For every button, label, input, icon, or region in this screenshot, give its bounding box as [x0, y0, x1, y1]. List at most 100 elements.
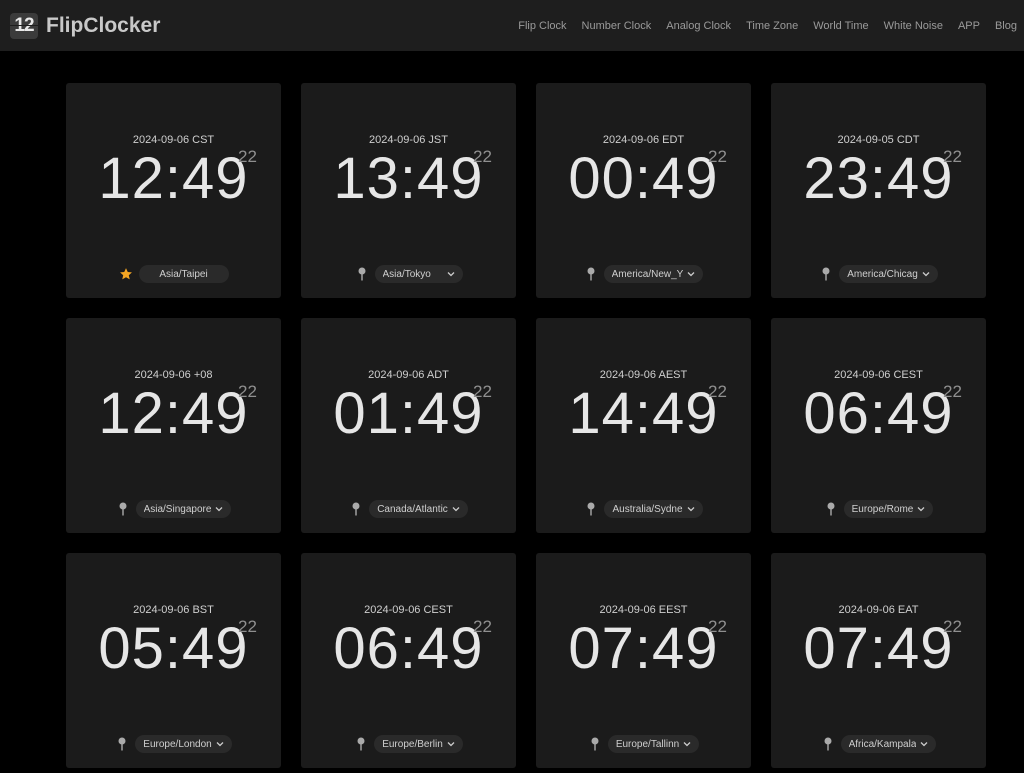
nav-link-number-clock[interactable]: Number Clock [582, 20, 652, 32]
clock-seconds: 22 [708, 147, 727, 166]
clock-seconds: 22 [943, 147, 962, 166]
clock-date: 2024-09-06 JST [369, 134, 448, 146]
chevron-down-icon [687, 270, 695, 278]
clock-seconds: 22 [238, 147, 257, 166]
clock-card: 2024-09-06 AEST 14:49 22 Australia/Sydne [536, 318, 751, 533]
timezone-select[interactable]: Australia/Sydne [604, 500, 703, 518]
clock-date: 2024-09-06 EAT [838, 604, 919, 616]
clock-seconds: 22 [473, 382, 492, 401]
nav-link-app[interactable]: APP [958, 20, 980, 32]
chevron-down-icon [917, 505, 925, 513]
clock-card: 2024-09-06 CEST 06:49 22 Europe/Rome [771, 318, 986, 533]
pin-icon[interactable] [819, 267, 833, 281]
timezone-select[interactable]: America/New_Y [603, 265, 704, 283]
clock-card: 2024-09-06 CEST 06:49 22 Europe/Berlin [301, 553, 516, 768]
clock-card: 2024-09-06 ADT 01:49 22 Canada/Atlantic [301, 318, 516, 533]
timezone-row: Australia/Sydne [536, 499, 751, 519]
timezone-name: Europe/Berlin [382, 738, 443, 750]
timezone-row: Africa/Kampala [771, 734, 986, 754]
clock-card: 2024-09-06 +08 12:49 22 Asia/Singapore [66, 318, 281, 533]
timezone-name: Europe/London [143, 738, 212, 750]
timezone-select[interactable]: Asia/Singapore [135, 500, 232, 518]
clock-date: 2024-09-06 +08 [134, 369, 213, 381]
timezone-row: America/New_Y [536, 264, 751, 284]
timezone-row: Europe/Tallinn [536, 734, 751, 754]
chevron-down-icon [447, 270, 455, 278]
brand[interactable]: 12 FlipClocker [10, 12, 161, 39]
timezone-select[interactable]: Africa/Kampala [840, 735, 937, 753]
timezone-select[interactable]: Europe/Tallinn [607, 735, 700, 753]
clock-date: 2024-09-05 CDT [837, 134, 920, 146]
clock-date: 2024-09-06 CST [132, 134, 215, 146]
nav-link-flip-clock[interactable]: Flip Clock [518, 20, 566, 32]
timezone-select[interactable]: America/Chicag [839, 265, 938, 283]
clock-seconds: 22 [943, 617, 962, 636]
clock-card: 2024-09-06 BST 05:49 22 Europe/London [66, 553, 281, 768]
chevron-down-icon [687, 505, 695, 513]
top-navigation-bar: 12 FlipClocker Flip Clock Number Clock A… [0, 0, 1024, 51]
pin-icon[interactable] [821, 737, 835, 751]
timezone-select[interactable]: Canada/Atlantic [369, 500, 468, 518]
clock-card: 2024-09-06 EEST 07:49 22 Europe/Tallinn [536, 553, 751, 768]
pin-icon[interactable] [115, 737, 129, 751]
clock-seconds: 22 [238, 382, 257, 401]
clock-card: 2024-09-05 CDT 23:49 22 America/Chicag [771, 83, 986, 298]
pin-icon[interactable] [584, 267, 598, 281]
nav-link-analog-clock[interactable]: Analog Clock [666, 20, 731, 32]
chevron-down-icon [922, 270, 930, 278]
main-nav: Flip Clock Number Clock Analog Clock Tim… [503, 0, 1017, 51]
timezone-name: Asia/Taipei [159, 268, 208, 280]
pin-icon[interactable] [584, 502, 598, 516]
timezone-name: Europe/Rome [851, 503, 914, 515]
pin-icon[interactable] [824, 502, 838, 516]
clock-date: 2024-09-06 AEST [599, 369, 688, 381]
clock-seconds: 22 [943, 382, 962, 401]
nav-link-blog[interactable]: Blog [995, 20, 1017, 32]
clock-date: 2024-09-06 CEST [834, 369, 923, 381]
pin-icon[interactable] [588, 737, 602, 751]
timezone-name: Asia/Singapore [143, 503, 212, 515]
clock-seconds: 22 [708, 382, 727, 401]
timezone-name: Europe/Tallinn [615, 738, 680, 750]
clock-seconds: 22 [238, 617, 257, 636]
timezone-row: Asia/Tokyo [301, 264, 516, 284]
pin-icon[interactable] [116, 502, 130, 516]
clock-seconds: 22 [708, 617, 727, 636]
timezone-label: Asia/Taipei [138, 265, 229, 283]
brand-name: FlipClocker [46, 13, 161, 37]
timezone-row: Canada/Atlantic [301, 499, 516, 519]
clock-date: 2024-09-06 EDT [602, 134, 685, 146]
chevron-down-icon [452, 505, 460, 513]
nav-link-white-noise[interactable]: White Noise [884, 20, 943, 32]
clock-date: 2024-09-06 EEST [599, 604, 688, 616]
pin-icon[interactable] [354, 737, 368, 751]
timezone-name: America/Chicag [847, 268, 918, 280]
chevron-down-icon [216, 740, 224, 748]
clock-card: 2024-09-06 CST 12:49 22 Asia/Taipei [66, 83, 281, 298]
chevron-down-icon [215, 505, 223, 513]
nav-link-time-zone[interactable]: Time Zone [746, 20, 798, 32]
clock-card: 2024-09-06 EAT 07:49 22 Africa/Kampala [771, 553, 986, 768]
timezone-name: Canada/Atlantic [377, 503, 448, 515]
timezone-select[interactable]: Europe/Berlin [374, 735, 463, 753]
timezone-row: Asia/Singapore [66, 499, 281, 519]
timezone-select[interactable]: Asia/Tokyo [374, 265, 463, 283]
clock-date: 2024-09-06 ADT [368, 369, 449, 381]
pin-icon[interactable] [355, 267, 369, 281]
chevron-down-icon [447, 740, 455, 748]
timezone-select[interactable]: Europe/London [135, 735, 232, 753]
clock-card: 2024-09-06 EDT 00:49 22 America/New_Y [536, 83, 751, 298]
pin-icon[interactable] [349, 502, 363, 516]
timezone-row: Asia/Taipei [66, 264, 281, 284]
timezone-row: America/Chicag [771, 264, 986, 284]
timezone-name: Africa/Kampala [848, 738, 917, 750]
timezone-name: Australia/Sydne [612, 503, 683, 515]
star-icon[interactable] [119, 267, 133, 281]
clock-date: 2024-09-06 BST [133, 604, 214, 616]
chevron-down-icon [920, 740, 928, 748]
clock-seconds: 22 [473, 617, 492, 636]
nav-link-world-time[interactable]: World Time [813, 20, 868, 32]
clock-seconds: 22 [473, 147, 492, 166]
timezone-row: Europe/Rome [771, 499, 986, 519]
timezone-select[interactable]: Europe/Rome [843, 500, 934, 518]
